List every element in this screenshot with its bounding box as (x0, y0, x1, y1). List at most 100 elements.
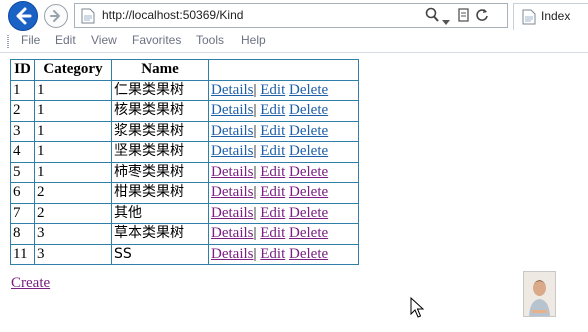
edit-link[interactable]: Edit (260, 123, 285, 139)
link-separator: | (253, 225, 257, 242)
chevron-down-icon[interactable] (442, 11, 450, 30)
delete-link[interactable]: Delete (289, 225, 328, 241)
menu-favorites[interactable]: Favorites (132, 33, 181, 47)
page-icon (81, 8, 95, 24)
tab-label: Index (541, 9, 571, 23)
create-link[interactable]: Create (11, 275, 50, 292)
edit-link[interactable]: Edit (260, 246, 285, 262)
arrow-left-icon (16, 7, 32, 25)
table-row: 7 2 其他 Details| Edit Delete (10, 202, 359, 224)
details-link[interactable]: Details (211, 123, 254, 139)
details-link[interactable]: Details (211, 164, 254, 180)
avatar (523, 271, 556, 317)
edit-link[interactable]: Edit (260, 225, 285, 241)
details-link[interactable]: Details (211, 205, 254, 221)
cell-name: 柿枣类果树 (111, 161, 209, 183)
menu-edit[interactable]: Edit (55, 33, 76, 47)
link-separator: | (253, 204, 257, 221)
page-icon (522, 9, 536, 25)
cell-actions: Details| Edit Delete (208, 161, 359, 183)
details-link[interactable]: Details (211, 246, 254, 262)
details-link[interactable]: Details (211, 184, 254, 200)
link-separator: | (253, 122, 257, 139)
delete-link[interactable]: Delete (289, 82, 328, 98)
tab-index[interactable]: Index (513, 3, 588, 30)
details-link[interactable]: Details (211, 225, 254, 241)
cell-category: 1 (34, 79, 112, 101)
edit-link[interactable]: Edit (260, 82, 285, 98)
search-icon[interactable] (425, 7, 439, 27)
url-text: http://localhost:50369/Kind (102, 8, 244, 22)
link-separator: | (253, 163, 257, 180)
cell-category: 2 (34, 202, 112, 224)
address-bar[interactable]: http://localhost:50369/Kind (74, 3, 508, 28)
menu-view[interactable]: View (91, 33, 117, 47)
cell-id: 4 (10, 141, 35, 163)
header-category: Category (34, 59, 112, 81)
forward-button[interactable] (44, 4, 68, 28)
link-separator: | (253, 143, 257, 160)
cell-id: 6 (10, 182, 35, 204)
edit-link[interactable]: Edit (260, 102, 285, 118)
cell-category: 3 (34, 243, 112, 265)
cell-actions: Details| Edit Delete (208, 120, 359, 142)
menu-help[interactable]: Help (241, 33, 266, 47)
cell-id: 5 (10, 161, 35, 183)
cell-name: SS (111, 243, 209, 265)
edit-link[interactable]: Edit (260, 164, 285, 180)
edit-link[interactable]: Edit (260, 205, 285, 221)
table-row: 3 1 浆果类果树 Details| Edit Delete (10, 120, 359, 142)
cell-name: 核果类果树 (111, 100, 209, 122)
arrow-right-icon (50, 10, 60, 22)
cell-category: 1 (34, 141, 112, 163)
table-row: 6 2 柑果类果树 Details| Edit Delete (10, 182, 359, 204)
link-separator: | (253, 102, 257, 119)
cell-name: 仁果类果树 (111, 79, 209, 101)
cell-actions: Details| Edit Delete (208, 100, 359, 122)
back-button[interactable] (8, 1, 38, 31)
delete-link[interactable]: Delete (289, 123, 328, 139)
browser-chrome: http://localhost:50369/Kind Index File E… (0, 0, 588, 53)
edit-link[interactable]: Edit (260, 184, 285, 200)
mouse-cursor-icon (410, 297, 424, 318)
menu-file[interactable]: File (21, 33, 40, 47)
table-row: 8 3 草本类果树 Details| Edit Delete (10, 223, 359, 245)
cell-category: 1 (34, 120, 112, 142)
edit-link[interactable]: Edit (260, 143, 285, 159)
cell-id: 7 (10, 202, 35, 224)
delete-link[interactable]: Delete (289, 164, 328, 180)
cell-actions: Details| Edit Delete (208, 141, 359, 163)
table-row: 2 1 核果类果树 Details| Edit Delete (10, 100, 359, 122)
header-id: ID (10, 59, 35, 81)
delete-link[interactable]: Delete (289, 143, 328, 159)
cell-category: 1 (34, 161, 112, 183)
delete-link[interactable]: Delete (289, 246, 328, 262)
table-row: 1 1 仁果类果树 Details| Edit Delete (10, 79, 359, 101)
cell-name: 其他 (111, 202, 209, 224)
cell-actions: Details| Edit Delete (208, 223, 359, 245)
cell-id: 8 (10, 223, 35, 245)
link-separator: | (253, 81, 257, 98)
menu-bar: File Edit View Favorites Tools Help (0, 31, 588, 53)
delete-link[interactable]: Delete (289, 205, 328, 221)
compatibility-view-icon[interactable] (457, 7, 471, 27)
cell-name: 浆果类果树 (111, 120, 209, 142)
link-separator: | (253, 184, 257, 201)
delete-link[interactable]: Delete (289, 102, 328, 118)
cell-id: 3 (10, 120, 35, 142)
delete-link[interactable]: Delete (289, 184, 328, 200)
details-link[interactable]: Details (211, 82, 254, 98)
table-row: 5 1 柿枣类果树 Details| Edit Delete (10, 161, 359, 183)
details-link[interactable]: Details (211, 143, 254, 159)
refresh-icon[interactable] (475, 7, 489, 27)
cell-name: 坚果类果树 (111, 141, 209, 163)
header-name: Name (111, 59, 209, 81)
details-link[interactable]: Details (211, 102, 254, 118)
table-body: 1 1 仁果类果树 Details| Edit Delete 2 1 核果类果树 Detail… (10, 79, 359, 265)
link-separator: | (253, 245, 257, 262)
cell-actions: Details| Edit Delete (208, 79, 359, 101)
cell-id: 2 (10, 100, 35, 122)
menu-tools[interactable]: Tools (196, 33, 224, 47)
cell-name: 草本类果树 (111, 223, 209, 245)
table-header-row: ID Category Name (10, 59, 359, 81)
